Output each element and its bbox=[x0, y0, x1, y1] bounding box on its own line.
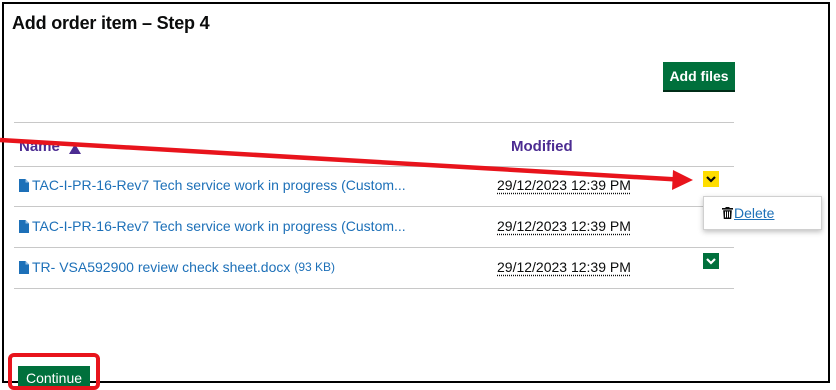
annotation-arrow bbox=[0, 0, 836, 389]
